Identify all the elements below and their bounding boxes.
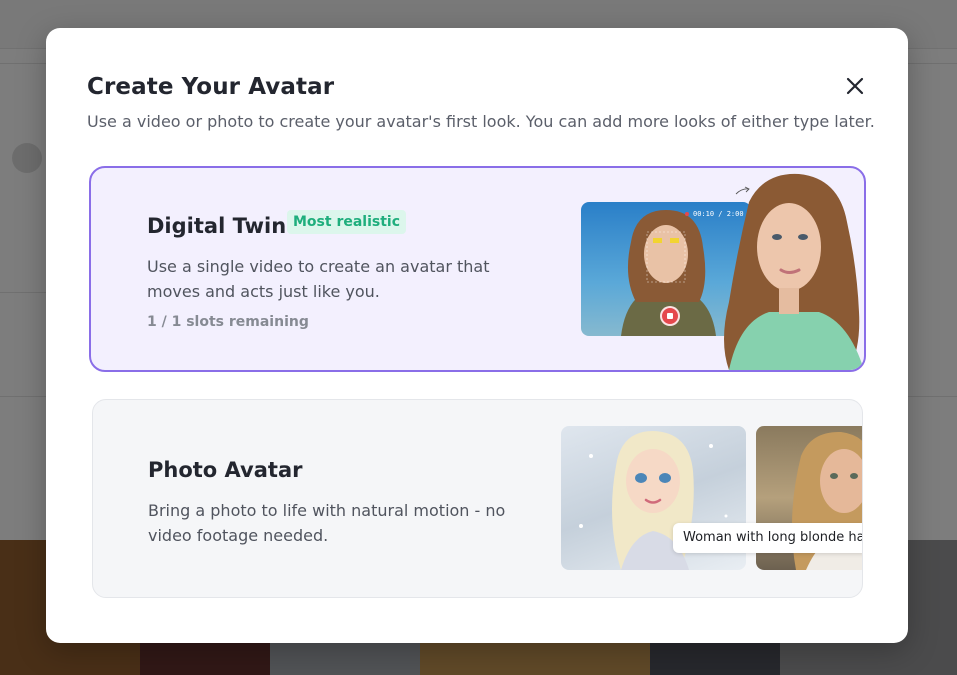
record-stop-icon (660, 306, 680, 326)
close-icon (846, 77, 864, 95)
close-button[interactable] (841, 72, 869, 100)
modal-title: Create Your Avatar (87, 74, 335, 100)
digital-twin-portrait-image (709, 172, 864, 370)
digital-twin-title: Digital Twin (147, 214, 287, 238)
photo-caption-chip: Woman with long blonde hair (673, 523, 862, 553)
recording-indicator-icon (685, 212, 689, 216)
photo-avatar-description: Bring a photo to life with natural motio… (148, 501, 506, 545)
most-realistic-badge: Most realistic (287, 210, 407, 234)
digital-twin-description: Use a single video to create an avatar t… (147, 257, 490, 301)
slots-remaining: 1 / 1 slots remaining (147, 314, 309, 330)
photo-avatar-title: Photo Avatar (148, 458, 303, 482)
modal-subtitle: Use a video or photo to create your avat… (87, 112, 875, 131)
create-avatar-modal: Create Your Avatar Use a video or photo … (46, 28, 908, 643)
digital-twin-option[interactable]: Digital Twin Most realistic Use a single… (89, 166, 866, 372)
photo-avatar-option[interactable]: Photo Avatar Bring a photo to life with … (92, 399, 863, 598)
arrow-icon (735, 186, 750, 195)
